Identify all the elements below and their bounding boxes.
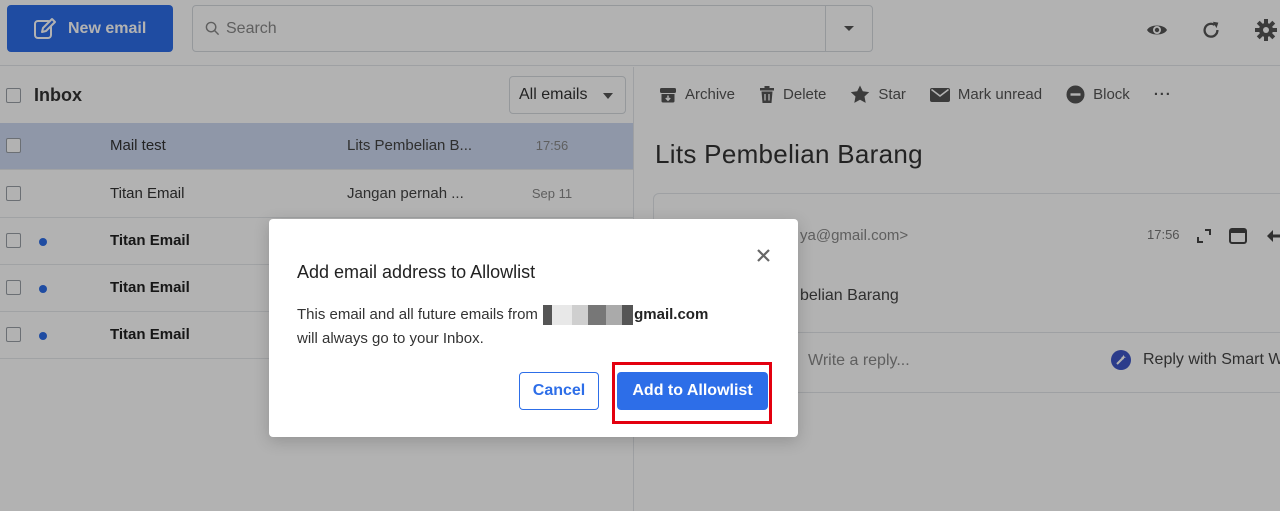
close-icon: [756, 248, 770, 262]
redacted-email: [543, 305, 634, 326]
dialog-body-prefix: This email and all future emails from: [297, 306, 538, 323]
cancel-button[interactable]: Cancel: [519, 372, 599, 410]
add-to-allowlist-button[interactable]: Add to Allowlist: [617, 372, 768, 410]
dialog-email-domain: gmail.com: [634, 306, 709, 323]
dialog-title: Add email address to Allowlist: [297, 262, 536, 282]
close-button[interactable]: [753, 245, 773, 265]
dialog-body-suffix: will always go to your Inbox.: [297, 330, 484, 347]
allowlist-dialog: Add email address to Allowlist This emai…: [269, 219, 798, 437]
dialog-body: This email and all future emails from gm…: [297, 303, 767, 351]
